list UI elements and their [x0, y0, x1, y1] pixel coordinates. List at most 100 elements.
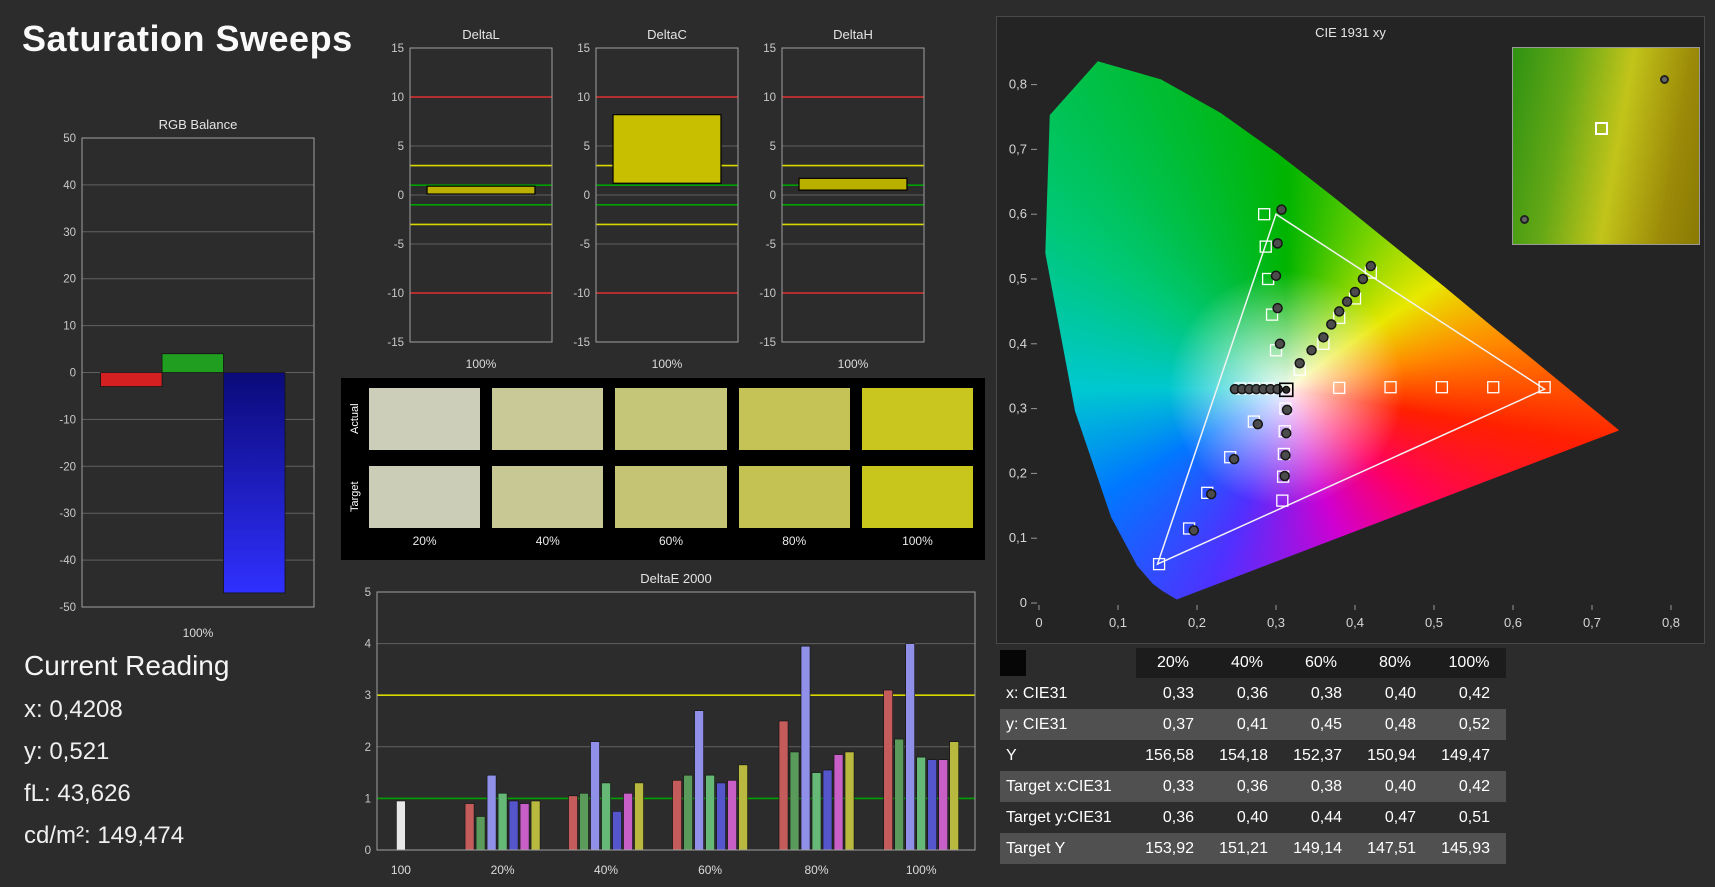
- svg-text:100%: 100%: [466, 357, 497, 371]
- svg-text:0,5: 0,5: [1425, 615, 1443, 630]
- svg-text:-10: -10: [59, 414, 76, 426]
- delta-e-bar: [634, 782, 644, 851]
- svg-text:1: 1: [365, 793, 371, 805]
- svg-text:0: 0: [1020, 595, 1027, 610]
- delta-e-bar: [475, 816, 486, 851]
- delta-e-bar: [883, 689, 893, 851]
- yellow-measured-dot: [1349, 286, 1361, 298]
- table-cell: 149,14: [1293, 839, 1342, 857]
- swatch-column-labels: 20% 40% 60% 80% 100%: [369, 534, 973, 548]
- target-swatch-row: [369, 466, 974, 528]
- delta-l-chart: DeltaL 15 10 5 0 -5 -10 -15 100%: [387, 27, 553, 371]
- magenta-target-square: [1276, 494, 1289, 507]
- swatch-column-label: 40%: [535, 534, 560, 548]
- svg-text:-10: -10: [759, 288, 776, 300]
- svg-text:15: 15: [577, 43, 590, 55]
- table-cell: 150,94: [1367, 746, 1416, 764]
- red-target-square: [1333, 381, 1346, 395]
- white-point-dot: [1282, 385, 1291, 394]
- svg-text:10: 10: [63, 321, 76, 333]
- svg-text:-30: -30: [59, 508, 76, 520]
- svg-text:0,4: 0,4: [1346, 615, 1364, 630]
- svg-text:RGB Balance: RGB Balance: [159, 117, 238, 132]
- delta-e-bar: [486, 774, 497, 851]
- svg-text:0,3: 0,3: [1267, 615, 1285, 630]
- svg-text:15: 15: [763, 43, 776, 55]
- swatch-column-label: 60%: [658, 534, 684, 548]
- delta-e-2000-chart: DeltaE 2000 0 1 2 3 4 5 100 20% 40% 60% 80% 100%: [365, 571, 976, 877]
- svg-text:5: 5: [398, 141, 404, 153]
- svg-text:-50: -50: [59, 602, 76, 614]
- delta-e-bar: [396, 800, 406, 851]
- green-measured-dot: [1276, 204, 1287, 215]
- svg-text:2: 2: [365, 742, 371, 754]
- delta-e-bar: [905, 643, 915, 851]
- table-cell: 0,36: [1236, 777, 1268, 795]
- yellow-measured-dot: [1341, 296, 1353, 307]
- delta-e-bar: [579, 792, 589, 851]
- current-reading-y: y: 0,521: [24, 738, 110, 765]
- table-cell: 0,38: [1310, 777, 1342, 795]
- table-row-label: y: CIE31: [1006, 715, 1068, 733]
- table-cell: 151,21: [1219, 839, 1268, 857]
- svg-text:15: 15: [391, 43, 404, 55]
- table-column-header: 20%: [1136, 648, 1210, 678]
- svg-text:5: 5: [770, 141, 776, 153]
- svg-text:5: 5: [584, 141, 590, 153]
- svg-text:5: 5: [365, 587, 371, 599]
- measurement-results-table: 20% 40% 60% 80% 100% x: CIE31 0,33 0,36 0,38 0,40…: [1000, 648, 1506, 864]
- svg-text:0,2: 0,2: [1188, 615, 1206, 630]
- delta-e-bar: [683, 774, 693, 851]
- target-swatch-40%: [492, 466, 604, 528]
- table-column-header: 100%: [1432, 648, 1506, 678]
- svg-text:DeltaE 2000: DeltaE 2000: [640, 571, 712, 586]
- delta-e-bar: [927, 759, 937, 851]
- delta-e-bar: [727, 780, 737, 851]
- inset-measured-dot: [1659, 75, 1669, 85]
- svg-text:-15: -15: [759, 337, 776, 349]
- svg-text:DeltaC: DeltaC: [647, 27, 687, 42]
- table-cell: 0,47: [1384, 808, 1416, 826]
- delta-e-bar: [612, 811, 622, 851]
- svg-text:10: 10: [763, 92, 776, 104]
- svg-text:0: 0: [365, 845, 371, 857]
- table-cell: 154,18: [1219, 746, 1268, 764]
- svg-text:10: 10: [391, 92, 404, 104]
- delta-e-bar: [949, 741, 959, 851]
- delta-e-bar: [601, 782, 611, 851]
- rgb-balance-chart: RGB Balance 50 40 30 20 10 0 -10 -20 -30 -40 -50 100…: [59, 117, 315, 640]
- table-row-label: Target Y: [1006, 839, 1066, 857]
- delta-e-bar: [705, 774, 715, 851]
- delta-e-bar: [590, 741, 600, 851]
- yellow-measured-dot: [1365, 260, 1377, 272]
- yellow-measured-dot: [1357, 273, 1369, 285]
- actual-swatch-row: [369, 388, 974, 450]
- table-row: y: CIE31 0,37 0,41 0,45 0,48 0,52: [1000, 709, 1506, 740]
- table-cell: 0,36: [1236, 684, 1268, 702]
- actual-swatch-40%: [492, 388, 604, 450]
- table-cell: 149,47: [1441, 746, 1490, 764]
- swatch-column-label: 20%: [412, 534, 437, 548]
- svg-text:-20: -20: [59, 461, 76, 473]
- svg-text:0,5: 0,5: [1009, 271, 1027, 286]
- table-row-label: Y: [1006, 746, 1017, 764]
- table-corner-square: [1000, 650, 1026, 676]
- delta-e-bar: [672, 780, 682, 851]
- delta-e-bar: [833, 754, 844, 851]
- cyan-measured-dot: [1272, 383, 1283, 395]
- table-cell: 0,40: [1384, 777, 1416, 795]
- current-reading-cdm2: cd/m²: 149,474: [24, 822, 185, 849]
- svg-text:3: 3: [365, 690, 371, 702]
- magenta-measured-dot: [1281, 427, 1292, 439]
- delta-e-bar: [623, 792, 633, 851]
- delta-e-bar: [464, 803, 475, 851]
- table-row: Target x:CIE31 0,33 0,36 0,38 0,40 0,42: [1000, 771, 1506, 802]
- svg-text:100%: 100%: [183, 626, 214, 640]
- magenta-measured-dot: [1279, 470, 1290, 482]
- actual-row-label: Actual: [349, 403, 361, 435]
- table-row-label: x: CIE31: [1006, 684, 1068, 702]
- actual-target-swatch-panel: Actual Target 20% 40% 60% 80% 100%: [341, 378, 985, 560]
- table-cell: 153,92: [1145, 839, 1194, 857]
- svg-text:20%: 20%: [491, 863, 515, 877]
- table-cell: 0,33: [1162, 684, 1194, 702]
